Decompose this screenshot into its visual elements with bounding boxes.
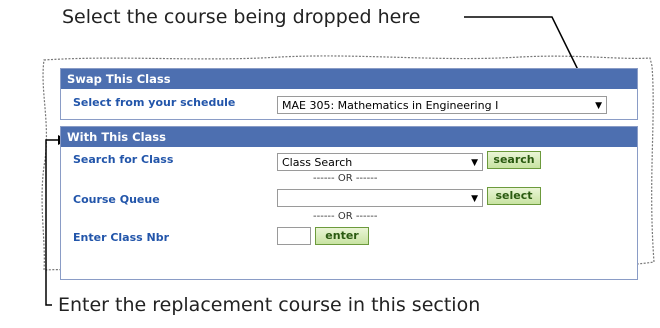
enter-button[interactable]: enter — [315, 227, 369, 245]
swap-this-class-section: Swap This Class Select from your schedul… — [60, 68, 638, 120]
swap-class-panel: Swap This Class Select from your schedul… — [60, 68, 638, 286]
class-nbr-label: Enter Class Nbr — [73, 231, 170, 244]
chevron-down-icon: ▼ — [471, 158, 478, 168]
class-search-select-value: Class Search — [282, 156, 353, 169]
chevron-down-icon: ▼ — [595, 101, 602, 111]
chevron-down-icon: ▼ — [471, 194, 478, 204]
schedule-row: Select from your schedule MAE 305: Mathe… — [61, 89, 637, 119]
with-class-body: Search for Class Class Search ▼ search -… — [61, 147, 637, 279]
select-button[interactable]: select — [487, 187, 541, 205]
class-search-select[interactable]: Class Search ▼ — [277, 153, 483, 171]
search-button[interactable]: search — [487, 151, 541, 169]
schedule-select[interactable]: MAE 305: Mathematics in Engineering I ▼ — [277, 96, 607, 114]
schedule-select-value: MAE 305: Mathematics in Engineering I — [282, 99, 499, 112]
search-for-class-label: Search for Class — [73, 153, 174, 166]
with-this-class-section: With This Class Search for Class Class S… — [60, 126, 638, 280]
course-queue-label: Course Queue — [73, 193, 160, 206]
class-nbr-input[interactable] — [277, 227, 311, 245]
or-separator-1: ------ OR ------ — [313, 173, 378, 184]
or-separator-2: ------ OR ------ — [313, 211, 378, 222]
section-header-swap: Swap This Class — [61, 69, 637, 89]
course-queue-select[interactable]: ▼ — [277, 189, 483, 207]
section-header-with: With This Class — [61, 127, 637, 147]
schedule-label: Select from your schedule — [73, 96, 236, 109]
